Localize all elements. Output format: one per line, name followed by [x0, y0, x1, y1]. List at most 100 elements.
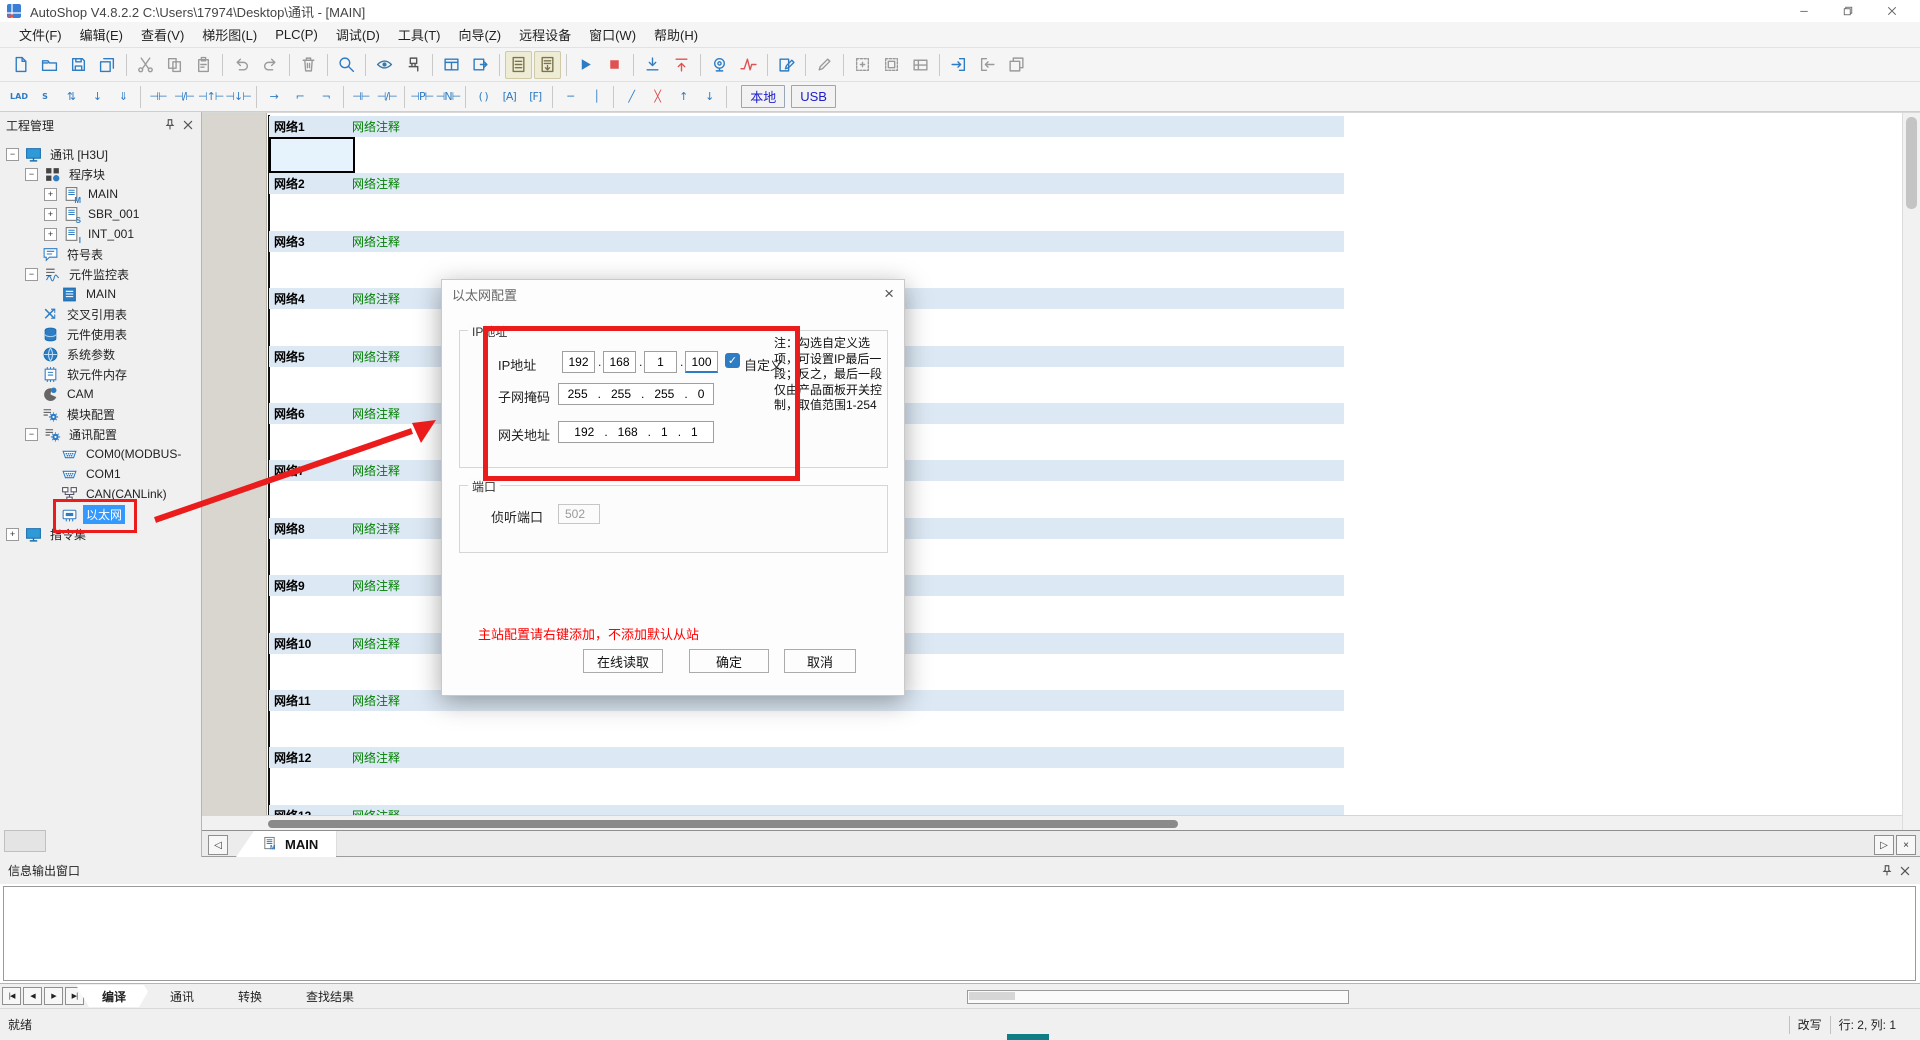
pulse-rising-button[interactable]: ⊣P⊢: [410, 85, 434, 108]
tree-item-程序块[interactable]: −程序块: [0, 164, 201, 184]
new-file-button[interactable]: [7, 51, 34, 79]
grid-table-button[interactable]: [878, 51, 905, 79]
network-header-3[interactable]: 网络3网络注释: [269, 231, 1344, 252]
pulse-falling-button[interactable]: ⊣N⊢: [436, 85, 460, 108]
parallel-nc-button[interactable]: ⊣/⊢: [375, 85, 399, 108]
tree-item-MAIN[interactable]: +MMAIN: [0, 184, 201, 204]
menu-item-编辑(E)[interactable]: 编辑(E): [71, 22, 132, 47]
sfc-view-button[interactable]: S: [33, 85, 57, 108]
pin-icon[interactable]: [163, 118, 177, 132]
output-hscrollbar[interactable]: [967, 990, 1349, 1004]
output-nav-2[interactable]: ▶: [44, 987, 63, 1005]
collapse-toggle[interactable]: −: [6, 148, 19, 161]
insert-down-button[interactable]: ↓: [85, 85, 109, 108]
network-comment[interactable]: 网络注释: [352, 175, 400, 192]
zoom-toggle-button[interactable]: ⇅: [59, 85, 83, 108]
tree-item-元件使用表[interactable]: 元件使用表: [0, 324, 201, 344]
delete-button[interactable]: [295, 51, 322, 79]
compile-all-button[interactable]: [534, 51, 561, 79]
output-tab-转换[interactable]: 转换: [212, 985, 288, 1007]
open-project-button[interactable]: [36, 51, 63, 79]
function-a-button[interactable]: [A]: [497, 85, 521, 108]
close-button[interactable]: [1870, 0, 1914, 22]
tree-item-符号表[interactable]: 符号表: [0, 244, 201, 264]
upload-plc-button[interactable]: [668, 51, 695, 79]
contact-falling-button[interactable]: ⊣↓⊢: [225, 85, 250, 108]
branch-up-button[interactable]: ¬: [314, 85, 338, 108]
save-all-button[interactable]: [94, 51, 121, 79]
collapse-toggle[interactable]: −: [25, 268, 38, 281]
move-down-button[interactable]: ↓: [697, 85, 721, 108]
tree-item-软元件内存[interactable]: 软元件内存: [0, 364, 201, 384]
cut-button[interactable]: [132, 51, 159, 79]
tree-item-CAM[interactable]: CAM: [0, 384, 201, 404]
paste-button[interactable]: [190, 51, 217, 79]
tab-scroll-left-button[interactable]: ◁: [208, 835, 228, 855]
output-tab-通讯[interactable]: 通讯: [144, 985, 220, 1007]
grid-view-button[interactable]: [849, 51, 876, 79]
node-delete-button[interactable]: ╳: [645, 85, 669, 108]
dialog-title-bar[interactable]: 以太网配置 ×: [442, 280, 904, 308]
menu-item-文件(F)[interactable]: 文件(F): [10, 22, 71, 47]
network-header-2[interactable]: 网络2网络注释: [269, 173, 1344, 194]
coil-line-button[interactable]: →: [262, 85, 286, 108]
monitor-camera-button[interactable]: [706, 51, 733, 79]
network-comment[interactable]: 网络注释: [352, 577, 400, 594]
network-comment[interactable]: 网络注释: [352, 290, 400, 307]
network-comment[interactable]: 网络注释: [352, 692, 400, 709]
window-arrow-button[interactable]: [467, 51, 494, 79]
panel-close-icon[interactable]: [181, 118, 195, 132]
tree-item-交叉引用表[interactable]: 交叉引用表: [0, 304, 201, 324]
parallel-no-button[interactable]: ⊣⊢: [349, 85, 373, 108]
tree-item-模块配置[interactable]: 模块配置: [0, 404, 201, 424]
tab-close-button[interactable]: ×: [1896, 835, 1916, 855]
selected-ladder-cell[interactable]: [269, 137, 355, 173]
contact-rising-button[interactable]: ⊣↑⊢: [198, 85, 223, 108]
cancel-button[interactable]: 取消: [784, 649, 856, 673]
undo-button[interactable]: [228, 51, 255, 79]
expand-toggle[interactable]: +: [44, 228, 57, 241]
restore-button[interactable]: [1826, 0, 1870, 22]
menu-item-工具(T)[interactable]: 工具(T): [389, 22, 450, 47]
menu-item-调试(D)[interactable]: 调试(D): [327, 22, 389, 47]
h-line-button[interactable]: ─: [558, 85, 582, 108]
network-comment[interactable]: 网络注释: [352, 749, 400, 766]
v-line-button[interactable]: │: [584, 85, 608, 108]
function-f-button[interactable]: [F]: [523, 85, 547, 108]
usb-write-button[interactable]: [400, 51, 427, 79]
output-close-icon[interactable]: [1898, 864, 1912, 878]
stop-button[interactable]: [601, 51, 628, 79]
tree-item-系统参数[interactable]: 系统参数: [0, 344, 201, 364]
collapse-toggle[interactable]: −: [25, 428, 38, 441]
tab-scroll-right-button[interactable]: ▷: [1874, 835, 1894, 855]
tree-item-通讯配置[interactable]: −通讯配置: [0, 424, 201, 444]
listen-port-input[interactable]: [558, 504, 600, 524]
output-hscroll-thumb[interactable]: [969, 992, 1015, 1000]
window-cascade-button[interactable]: [1003, 51, 1030, 79]
ladder-view-button[interactable]: LAD: [7, 85, 31, 108]
ok-button[interactable]: 确定: [689, 649, 769, 673]
output-pin-icon[interactable]: [1880, 864, 1894, 878]
menu-item-远程设备[interactable]: 远程设备: [510, 22, 580, 47]
window-split-button[interactable]: [438, 51, 465, 79]
menu-item-查看(V)[interactable]: 查看(V): [132, 22, 193, 47]
redo-button[interactable]: [257, 51, 284, 79]
network-comment[interactable]: 网络注释: [352, 405, 400, 422]
copy-button[interactable]: [161, 51, 188, 79]
table-view-button[interactable]: [907, 51, 934, 79]
transfer-out-button[interactable]: [974, 51, 1001, 79]
read-online-button[interactable]: 在线读取: [583, 649, 663, 673]
local-connection-button[interactable]: 本地: [741, 85, 785, 108]
menu-item-PLC(P)[interactable]: PLC(P): [266, 24, 327, 45]
transfer-in-button[interactable]: [945, 51, 972, 79]
move-up-button[interactable]: ↑: [671, 85, 695, 108]
network-comment[interactable]: 网络注释: [352, 462, 400, 479]
append-network-button[interactable]: ⇓: [111, 85, 135, 108]
write-enable-button[interactable]: [773, 51, 800, 79]
output-tab-查找结果[interactable]: 查找结果: [280, 985, 380, 1007]
editor-hscrollbar[interactable]: [202, 815, 1903, 831]
download-plc-button[interactable]: [639, 51, 666, 79]
tree-item-元件监控表[interactable]: −元件监控表: [0, 264, 201, 284]
save-button[interactable]: [65, 51, 92, 79]
network-header-12[interactable]: 网络12网络注释: [269, 747, 1344, 768]
